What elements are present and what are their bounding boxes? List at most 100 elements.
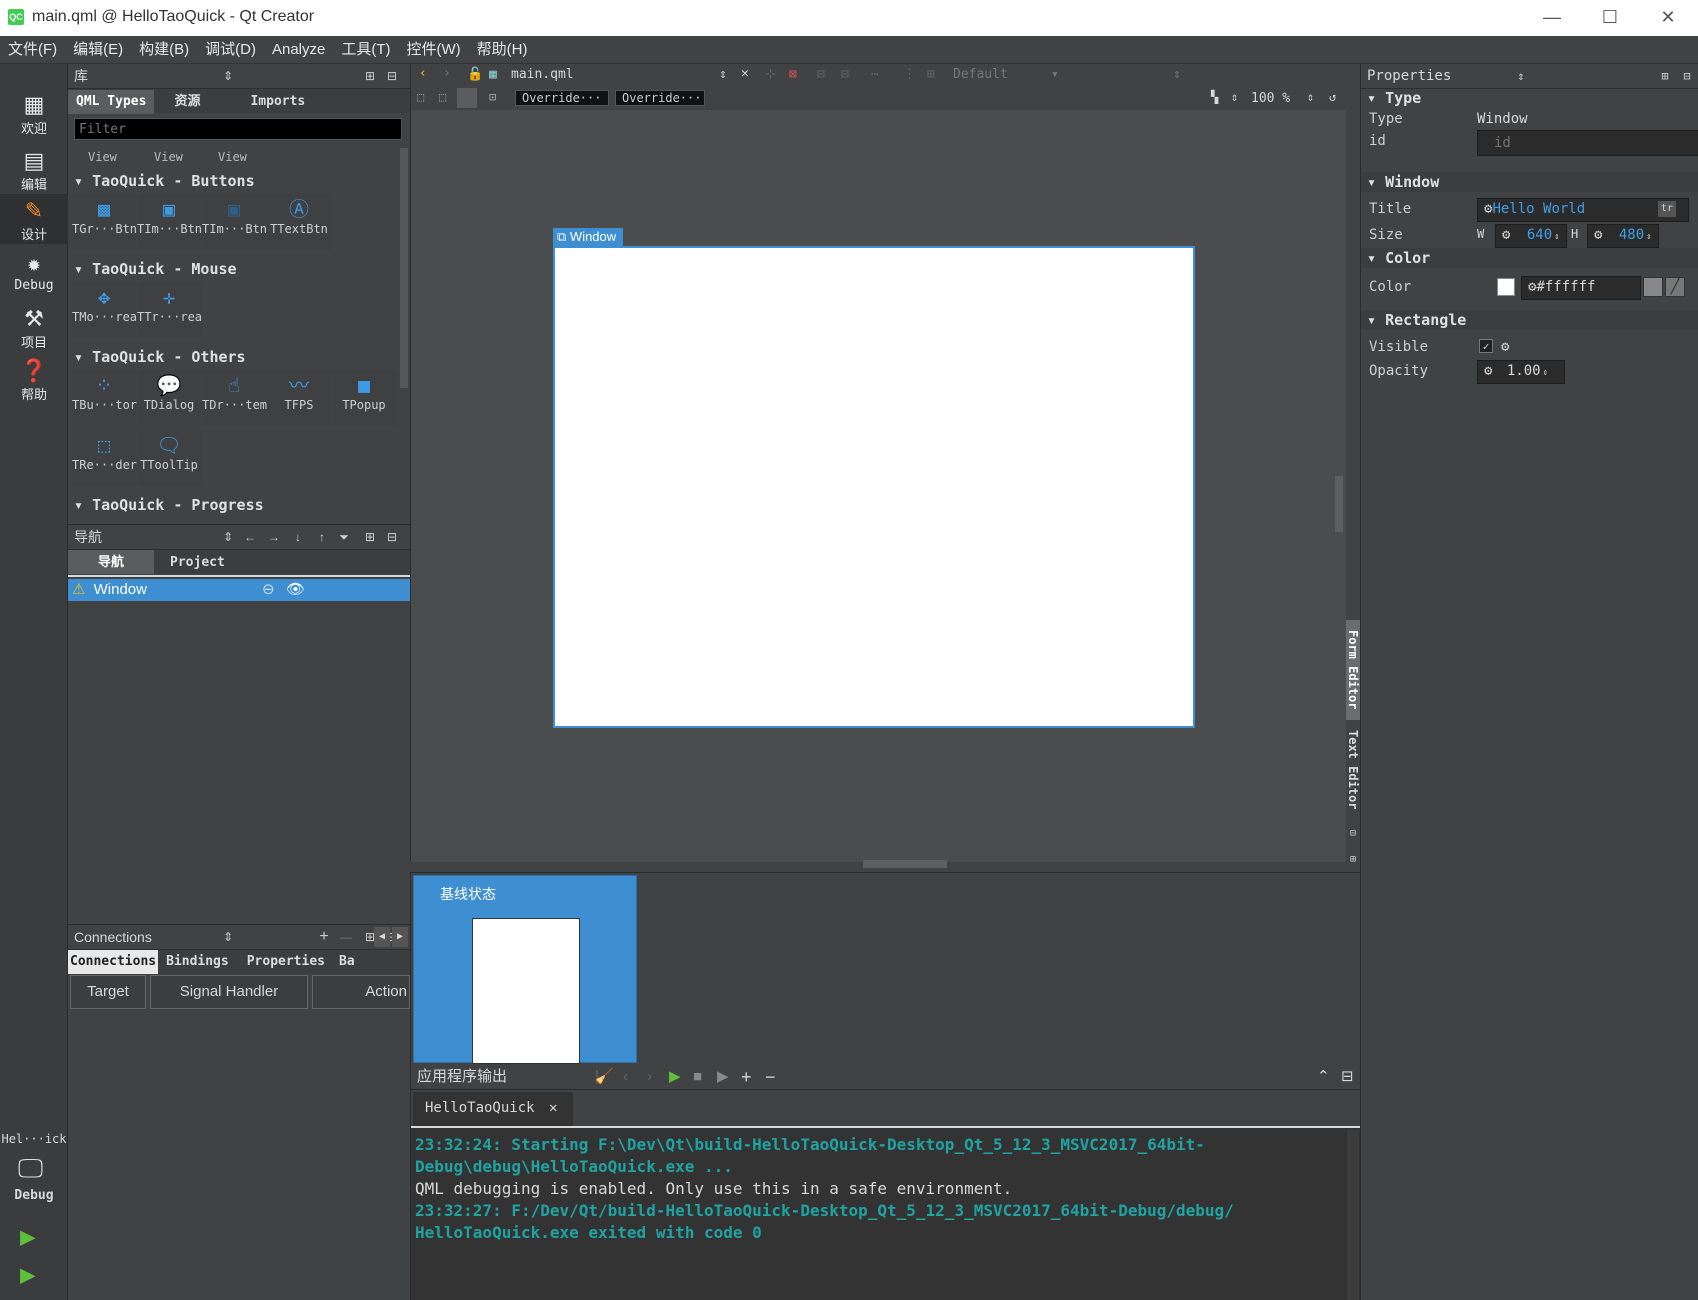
section-color[interactable]: ▾ Color <box>1361 248 1698 268</box>
list-item[interactable]: ⁘ TBu···tor <box>72 370 137 426</box>
updown-icon[interactable]: ⇕ <box>1511 64 1531 88</box>
updown-icon[interactable]: ⇕ <box>218 525 238 549</box>
collapse-icon[interactable]: ⊟ <box>1346 828 1360 839</box>
solid-color-button[interactable] <box>1643 277 1663 297</box>
tab-backend[interactable]: Ba <box>335 950 359 974</box>
section-title[interactable]: ▾ TaoQuick - Buttons <box>68 170 404 192</box>
column-target[interactable]: Target <box>70 975 146 1009</box>
lock-icon[interactable]: 🔓 <box>467 67 483 82</box>
tab-form-editor[interactable]: Form Editor <box>1346 620 1360 720</box>
section-window[interactable]: ▾ Window <box>1361 172 1698 192</box>
override-width[interactable]: Override··· <box>515 90 609 106</box>
menu-file[interactable]: 文件(F) <box>0 36 65 64</box>
list-item[interactable]: View <box>218 150 247 164</box>
section-title[interactable]: ▾ TaoQuick - Mouse <box>68 258 404 280</box>
file-selector[interactable]: main.qml <box>511 67 574 82</box>
section-rectangle[interactable]: ▾ Rectangle <box>1361 310 1698 330</box>
filter-icon[interactable]: ⏷ <box>334 525 354 549</box>
navigator-root-item[interactable]: ⚠ Window ⊖ 👁 <box>68 579 410 601</box>
tab-imports[interactable]: Imports <box>230 90 325 114</box>
list-item[interactable]: Ⓐ TTextBtn <box>267 194 331 250</box>
section-title[interactable]: ▾ TaoQuick - Others <box>68 346 404 368</box>
tab-qml-types[interactable]: QML Types <box>68 90 155 114</box>
close-pane-icon[interactable]: ⊟ <box>1341 1064 1354 1090</box>
split-icon[interactable]: ⊞ <box>360 525 380 549</box>
zoom-in-icon[interactable]: + <box>741 1064 752 1090</box>
tab-resources[interactable]: 资源 <box>154 89 230 113</box>
next-icon[interactable]: › <box>647 1064 652 1090</box>
binding-icon[interactable]: ⚙ <box>1484 363 1492 379</box>
list-item[interactable]: View <box>154 150 183 164</box>
list-item[interactable]: ☝ TDr···tem <box>202 370 267 426</box>
list-item[interactable]: View <box>88 150 117 164</box>
add-import-icon[interactable]: ⊹ <box>765 67 776 82</box>
select-icon[interactable]: ⬚ <box>417 90 424 104</box>
library-scrollbar[interactable] <box>400 148 408 388</box>
menu-help[interactable]: 帮助(H) <box>469 36 536 64</box>
tab-project[interactable]: Project <box>154 551 241 575</box>
form-editor-canvas[interactable]: ⧉ Window <box>410 110 1346 868</box>
lock-icon[interactable]: ⊖ <box>262 579 275 601</box>
list-item[interactable]: ■ TPopup <box>332 370 396 426</box>
arrow-right-icon[interactable]: → <box>264 525 284 549</box>
layout-icon[interactable]: ⊞ <box>927 67 935 82</box>
minimize-icon[interactable]: — <box>1532 6 1572 30</box>
split-icon[interactable]: ⊞ <box>1655 64 1675 88</box>
monitor-icon[interactable]: 🖵 <box>18 1154 43 1185</box>
opacity-spinbox[interactable]: ⚙ 1.00 ⇕ <box>1477 360 1565 384</box>
error-icon[interactable]: ⊠ <box>789 67 797 82</box>
base-state[interactable]: 基线状态 <box>413 875 637 1064</box>
remove-icon[interactable]: — <box>336 925 356 949</box>
updown-icon[interactable]: ⇕ <box>218 925 238 949</box>
column-signal-handler[interactable]: Signal Handler <box>150 975 308 1009</box>
tab-text-editor[interactable]: Text Editor <box>1346 722 1360 818</box>
split-icon[interactable]: ⊞ <box>360 64 380 88</box>
close-tab-icon[interactable]: ✕ <box>549 1100 557 1116</box>
list-item[interactable]: ✛ TTr···rea <box>137 282 202 338</box>
menu-analyze[interactable]: Analyze <box>264 36 333 64</box>
list-item[interactable]: 🗨 TToolTip <box>137 430 201 486</box>
add-icon[interactable]: + <box>314 925 334 949</box>
spin-icon[interactable]: ⇕ <box>1646 232 1651 242</box>
list-item[interactable]: 〰 TFPS <box>267 370 331 426</box>
menu-tools[interactable]: 工具(T) <box>333 36 398 64</box>
select-active-icon[interactable] <box>457 88 477 108</box>
mode-projects[interactable]: ⚒ 项目 <box>0 302 68 352</box>
forward-icon[interactable]: › <box>443 66 451 81</box>
output-tab[interactable]: HelloTaoQuick ✕ <box>413 1092 573 1126</box>
updown-icon[interactable]: ⇕ <box>719 67 727 82</box>
filter-input[interactable] <box>74 118 402 140</box>
layout-icon[interactable]: ⋮ <box>903 67 916 82</box>
output-scrollbar[interactable] <box>1347 1130 1359 1300</box>
mode-welcome[interactable]: ▦ 欢迎 <box>0 88 68 138</box>
updown-icon[interactable]: ⇕ <box>1307 90 1314 104</box>
list-item[interactable]: ✥ TMo···rea <box>72 282 137 338</box>
mode-design[interactable]: ✎ 设计 <box>0 194 68 244</box>
maximize-pane-icon[interactable]: ⌃ <box>1317 1064 1330 1090</box>
section-type[interactable]: ▾ Type <box>1361 89 1698 107</box>
debug-run-icon[interactable]: ▶ <box>20 1260 36 1290</box>
close-icon[interactable]: ✕ <box>1648 6 1688 30</box>
binding-icon[interactable]: ⚙ <box>1594 227 1602 243</box>
list-item[interactable]: ⬚ TRe···der <box>72 430 137 486</box>
binding-icon[interactable]: ⚙ <box>1501 339 1509 355</box>
vertical-scrollbar[interactable] <box>1335 476 1343 532</box>
run-icon[interactable]: ▶ <box>20 1222 36 1252</box>
mode-debug[interactable]: ✹ Debug <box>0 248 68 298</box>
close-panel-icon[interactable]: ⊟ <box>382 64 402 88</box>
arrow-down-icon[interactable]: ↓ <box>288 525 308 549</box>
window-label[interactable]: ⧉ Window <box>553 228 623 246</box>
menu-build[interactable]: 构建(B) <box>131 36 197 64</box>
reset-icon[interactable]: ↺ <box>1329 90 1336 104</box>
close-file-icon[interactable]: ✕ <box>741 66 749 81</box>
updown-icon[interactable]: ⇕ <box>218 64 238 88</box>
menu-edit[interactable]: 编辑(E) <box>65 36 131 64</box>
bounds-icon[interactable]: ⊡ <box>489 90 496 104</box>
zoom-level[interactable]: 100 % <box>1251 91 1290 106</box>
tab-bindings[interactable]: Bindings <box>158 950 237 974</box>
arrow-up-icon[interactable]: ↑ <box>312 525 332 549</box>
list-item[interactable]: 💬 TDialog <box>137 370 201 426</box>
zoom-out-icon[interactable]: − <box>765 1064 776 1090</box>
stop-icon[interactable]: ■ <box>693 1064 702 1090</box>
expand-icon[interactable]: ⊞ <box>1346 854 1360 865</box>
